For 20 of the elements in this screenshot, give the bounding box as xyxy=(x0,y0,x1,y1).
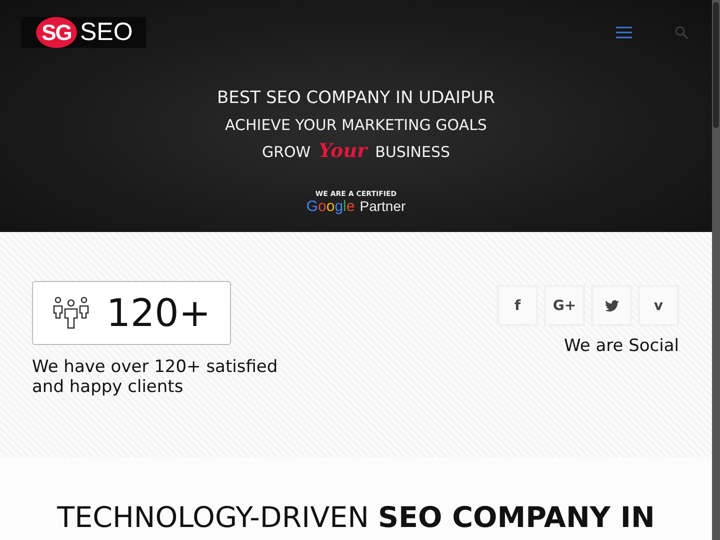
hero-heading: BEST SEO COMPANY IN UDAIPUR xyxy=(216,87,496,110)
social-button[interactable]: f xyxy=(497,285,538,326)
logo[interactable]: SG SEO xyxy=(21,17,146,48)
scrollbar[interactable] xyxy=(712,0,720,540)
hero-text: BUSINESS xyxy=(375,143,450,161)
social-button[interactable] xyxy=(591,285,632,326)
partner-brand: Google xyxy=(306,198,355,215)
client-counter: 120+ xyxy=(32,281,231,345)
hero-heading: ACHIEVE YOUR MARKETING GOALS xyxy=(225,115,487,136)
section-heading: TECHNOLOGY-DRIVEN SEO COMPANY IN xyxy=(57,501,655,536)
clients-description: We have over 120+ satisfied and happy clients xyxy=(32,357,279,397)
hero-accent-text: Your xyxy=(318,140,368,162)
social-button[interactable]: v xyxy=(638,285,679,326)
bird-icon xyxy=(604,300,618,312)
social-caption: We are Social xyxy=(564,336,679,356)
social-button[interactable]: G+ xyxy=(544,285,585,326)
menu-icon[interactable] xyxy=(616,26,632,39)
hero-text: GROW xyxy=(262,143,311,161)
people-icon xyxy=(52,296,90,330)
partner-label: Partner xyxy=(360,198,406,214)
